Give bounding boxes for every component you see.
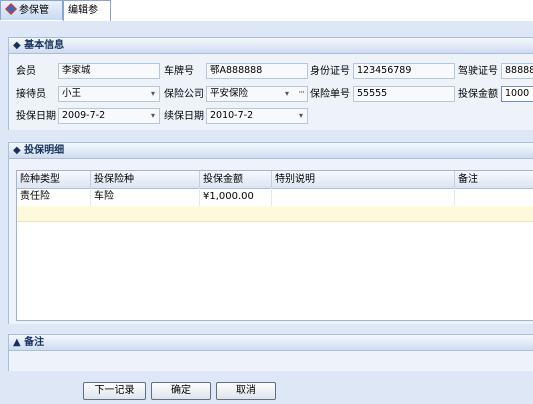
id-number-label: 身份证号 — [310, 66, 350, 77]
column-header[interactable]: 投保险种 — [91, 171, 200, 188]
license-field[interactable]: 888888 — [501, 63, 533, 79]
section-detail-header[interactable]: ◆ 投保明细 — [8, 142, 533, 159]
insurer-value: 平安保险 — [210, 88, 249, 99]
renew-date-picker[interactable]: 2010-7-2 ▾ — [206, 108, 308, 124]
plate-field[interactable]: 鄂A888888 — [206, 63, 308, 79]
receptionist-label: 接待员 — [16, 89, 46, 100]
renew-date-label: 续保日期 — [164, 111, 204, 122]
id-number-field[interactable]: 123456789 — [353, 63, 455, 79]
table-cell[interactable]: ¥1,000.00 — [200, 188, 272, 206]
tab-edit-insurance[interactable]: 编辑参保 — [63, 0, 111, 36]
table-cell[interactable] — [455, 188, 533, 206]
table-cell[interactable]: 车险 — [91, 188, 200, 206]
ok-button[interactable]: 确定 — [151, 382, 211, 400]
amount-field[interactable]: 1000 — [501, 86, 533, 102]
license-label: 驾驶证号 — [458, 66, 498, 77]
column-header[interactable]: 特别说明 — [272, 171, 455, 188]
section-title: ▲ 备注 — [13, 337, 45, 348]
insure-date-label: 投保日期 — [16, 111, 56, 122]
insurance-detail-grid: 险种类型 投保险种 投保金额 特别说明 备注 责任险 车险 ¥1,000.00 — [16, 170, 533, 321]
column-header[interactable]: 险种类型 — [17, 171, 91, 188]
member-label: 会员 — [16, 66, 36, 77]
policy-number-field[interactable]: 55555 — [353, 86, 455, 102]
insurer-select[interactable]: 平安保险 ▾ ··· — [206, 86, 308, 102]
chevron-down-icon[interactable]: ▾ — [151, 87, 155, 101]
plate-label: 车牌号 — [164, 66, 194, 77]
insurer-label: 保险公司 — [164, 89, 204, 100]
chevron-down-icon[interactable]: ▾ — [151, 109, 155, 123]
next-record-button[interactable]: 下一记录 — [83, 382, 146, 400]
table-row-new[interactable] — [17, 206, 533, 222]
insure-date-value: 2009-7-2 — [62, 110, 106, 121]
cancel-button[interactable]: 取消 — [216, 382, 276, 400]
table-cell[interactable]: 责任险 — [17, 188, 91, 206]
section-basic-info-header[interactable]: ◆ 基本信息 — [8, 37, 533, 54]
insure-date-picker[interactable]: 2009-7-2 ▾ — [58, 108, 160, 124]
member-field[interactable]: 李家城 — [58, 63, 160, 79]
ellipsis-icon[interactable]: ··· — [298, 87, 305, 100]
receptionist-value: 小王 — [62, 88, 82, 99]
chevron-down-icon[interactable]: ▾ — [285, 87, 289, 101]
tab-insurance-management[interactable]: 参保管理 — [0, 0, 63, 36]
section-title: ◆ 投保明细 — [13, 145, 65, 156]
app-logo-icon — [5, 3, 17, 15]
policy-number-label: 保险单号 — [310, 89, 350, 100]
chevron-down-icon[interactable]: ▾ — [299, 109, 303, 123]
section-remark-body — [8, 351, 533, 371]
section-remark-header[interactable]: ▲ 备注 — [8, 334, 533, 351]
table-cell[interactable] — [272, 188, 455, 206]
column-header[interactable]: 备注 — [455, 171, 533, 188]
renew-date-value: 2010-7-2 — [210, 110, 254, 121]
section-title: ◆ 基本信息 — [13, 40, 65, 51]
receptionist-select[interactable]: 小王 ▾ — [58, 86, 160, 102]
amount-label: 投保金额 — [458, 89, 498, 100]
column-header[interactable]: 投保金额 — [200, 171, 272, 188]
